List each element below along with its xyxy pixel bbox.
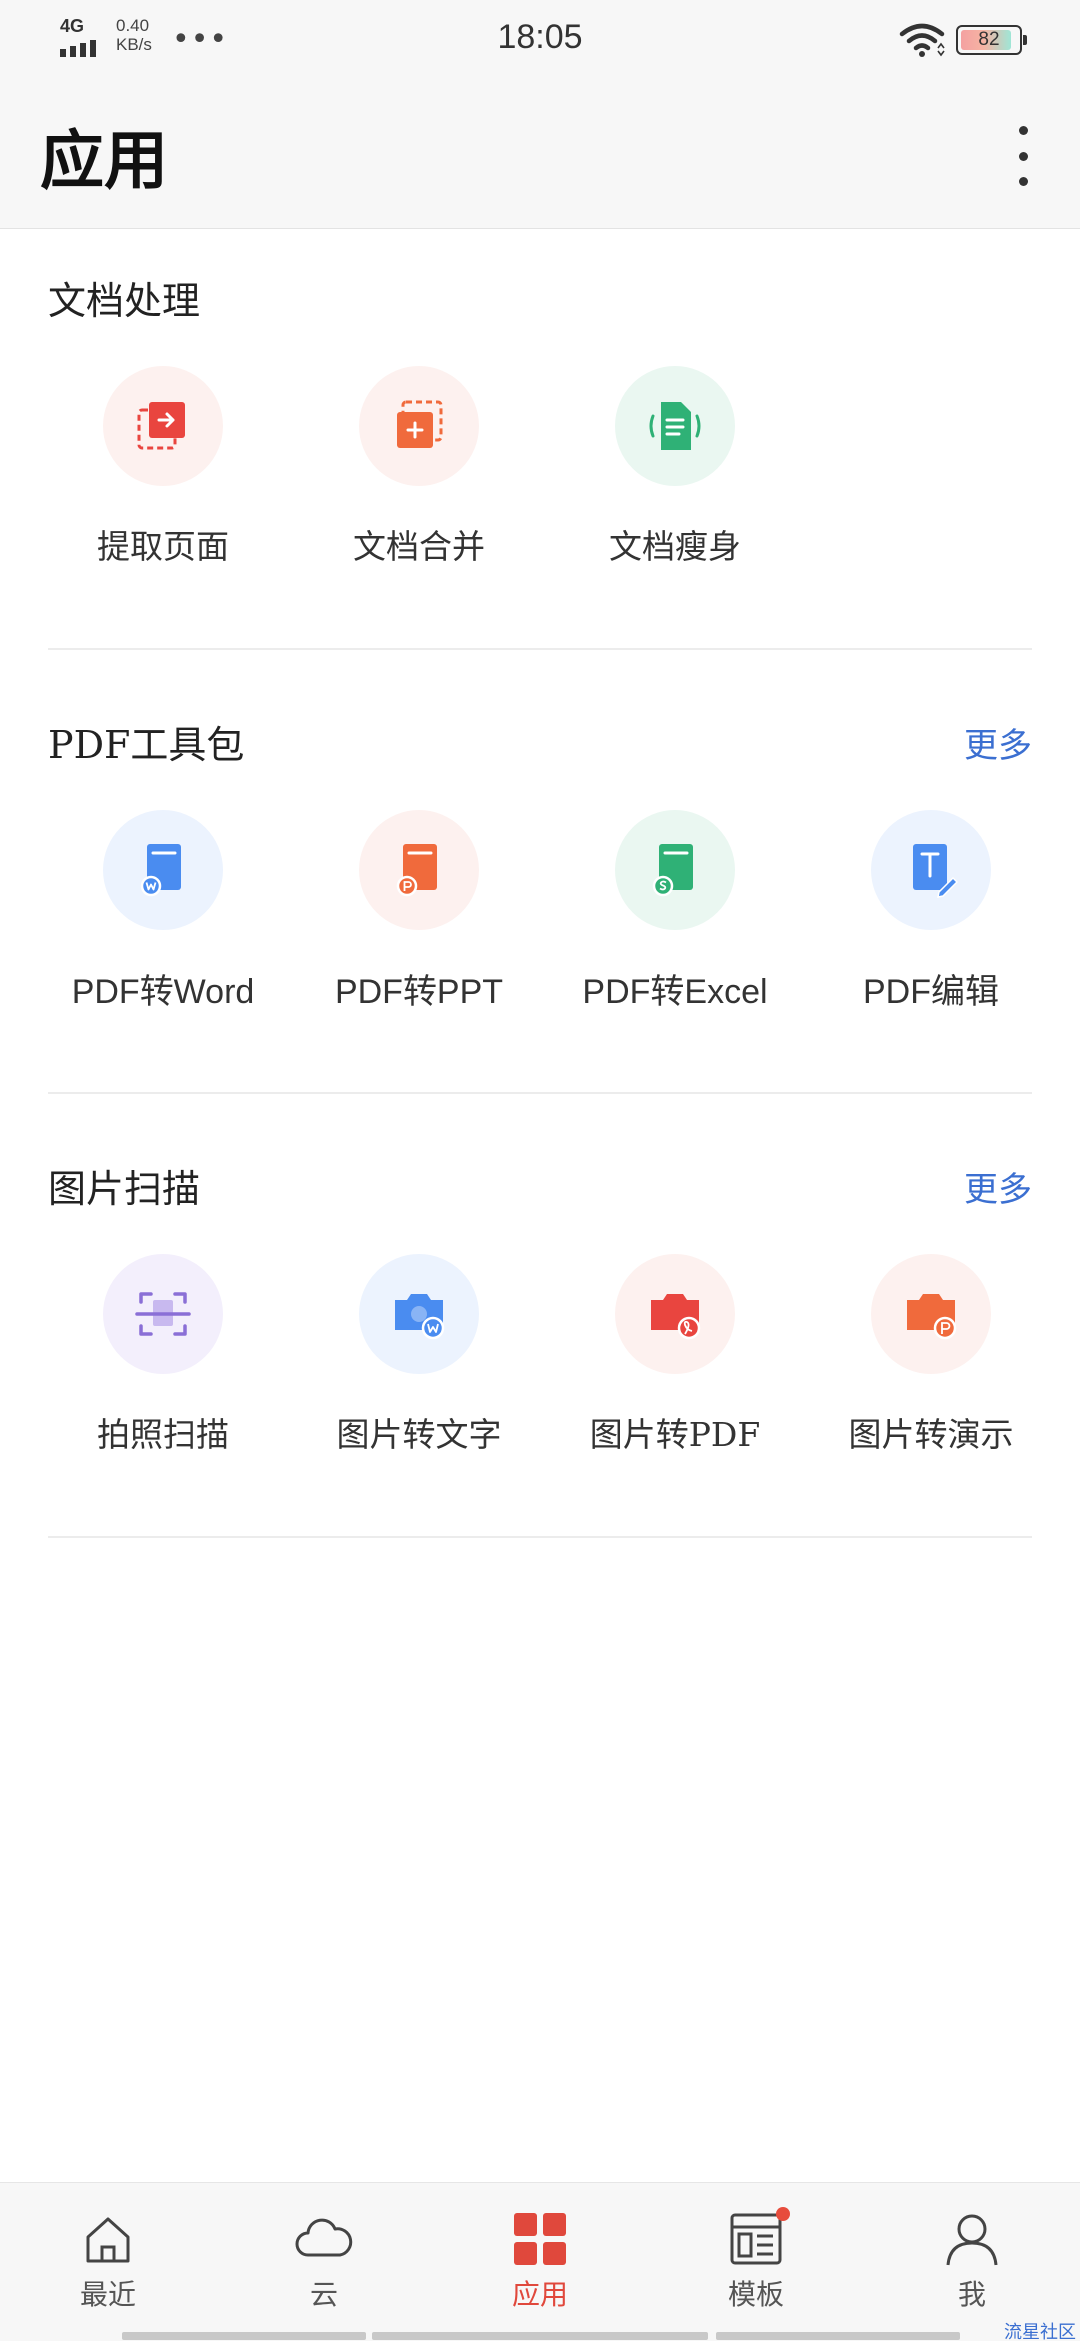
nav-label: 模板 <box>727 2278 784 2311</box>
tool-merge-document[interactable]: 文档合并 <box>304 366 534 568</box>
nav-label: 云 <box>309 2278 338 2311</box>
section-pdf-toolkit: PDF工具包 更多 PDF转Word PDF转PPT PDF转Excel PDF… <box>48 714 1032 1094</box>
tool-slim-document[interactable]: 文档瘦身 <box>560 366 790 568</box>
tool-label: 提取页面 <box>97 527 229 566</box>
tool-pdf-to-word[interactable]: PDF转Word <box>48 810 278 1013</box>
section-divider <box>48 648 1032 650</box>
pdf-to-word-icon <box>103 810 223 930</box>
notification-badge <box>776 2207 790 2221</box>
app-header: 应用 <box>0 80 1080 229</box>
section-title: 文档处理 <box>48 279 201 323</box>
tool-photo-scan[interactable]: 拍照扫描 <box>48 1254 278 1456</box>
image-to-presentation-icon <box>871 1254 991 1374</box>
merge-document-icon <box>359 366 479 486</box>
section-divider <box>48 1536 1032 1538</box>
tool-label: PDF转Word <box>71 973 255 1011</box>
battery-icon: 82 <box>956 25 1027 55</box>
tool-label: 拍照扫描 <box>97 1415 229 1454</box>
extract-page-icon <box>103 366 223 486</box>
status-right: 82 <box>898 22 1027 58</box>
section-divider <box>48 1092 1032 1094</box>
tool-image-to-text[interactable]: 图片转文字 <box>304 1254 534 1456</box>
tool-label: PDF转Excel <box>582 973 768 1011</box>
tool-label: 文档瘦身 <box>609 527 741 566</box>
nav-template[interactable]: 模板 <box>696 2207 816 2313</box>
watermark-text: 流星社区 <box>1004 2322 1076 2343</box>
tool-label: 图片转PDF <box>589 1415 761 1454</box>
home-indicator-segment <box>372 2332 708 2340</box>
section-title: 图片扫描 <box>48 1167 201 1211</box>
section-doc-processing: 文档处理 提取页面 文档合并 文档瘦身 <box>48 270 1032 650</box>
home-indicator-segment <box>716 2332 960 2340</box>
wifi-icon <box>899 23 945 57</box>
tool-label: 文档合并 <box>353 527 485 566</box>
section-title: PDF工具包 <box>48 723 245 767</box>
home-icon <box>48 2209 168 2269</box>
page-title: 应用 <box>40 124 168 199</box>
status-bar: 4G 0.40 KB/s ••• 18:05 82 <box>0 0 1080 80</box>
tool-pdf-to-excel[interactable]: PDF转Excel <box>560 810 790 1013</box>
photo-scan-icon <box>103 1254 223 1374</box>
tool-label: PDF转PPT <box>334 973 504 1011</box>
tool-label: PDF编辑 <box>863 973 999 1011</box>
image-to-text-icon <box>359 1254 479 1374</box>
tool-pdf-to-ppt[interactable]: PDF转PPT <box>304 810 534 1013</box>
nav-label: 我 <box>957 2278 986 2311</box>
more-link[interactable]: 更多 <box>964 718 1032 767</box>
tool-image-to-presentation[interactable]: 图片转演示 <box>816 1254 1046 1456</box>
battery-level: 82 <box>978 29 1000 50</box>
tool-label: 图片转文字 <box>336 1415 502 1454</box>
cloud-icon <box>264 2209 384 2269</box>
slim-document-icon <box>615 366 735 486</box>
tool-pdf-edit[interactable]: PDF编辑 <box>816 810 1046 1013</box>
pdf-to-ppt-icon <box>359 810 479 930</box>
pdf-to-excel-icon <box>615 810 735 930</box>
bottom-navigation: 最近 云 应用 模板 我 <box>0 2182 1080 2341</box>
tool-label: 图片转演示 <box>848 1415 1014 1454</box>
nav-label: 最近 <box>79 2278 136 2311</box>
nav-recent[interactable]: 最近 <box>48 2209 168 2313</box>
section-image-scan: 图片扫描 更多 拍照扫描 图片转文字 图片转PDF 图片转演示 <box>48 1158 1032 1538</box>
more-link[interactable]: 更多 <box>964 1162 1032 1211</box>
image-to-pdf-icon <box>615 1254 735 1374</box>
profile-icon <box>912 2209 1032 2269</box>
apps-grid-icon <box>480 2209 600 2269</box>
home-indicator-segment <box>122 2332 366 2340</box>
tool-image-to-pdf[interactable]: 图片转PDF <box>560 1254 790 1456</box>
template-icon <box>696 2207 816 2269</box>
tool-extract-page[interactable]: 提取页面 <box>48 366 278 568</box>
more-options-icon[interactable] <box>1008 126 1038 186</box>
nav-cloud[interactable]: 云 <box>264 2209 384 2313</box>
nav-me[interactable]: 我 <box>912 2209 1032 2313</box>
pdf-edit-icon <box>871 810 991 930</box>
nav-label: 应用 <box>511 2278 568 2311</box>
nav-apps[interactable]: 应用 <box>480 2209 600 2313</box>
